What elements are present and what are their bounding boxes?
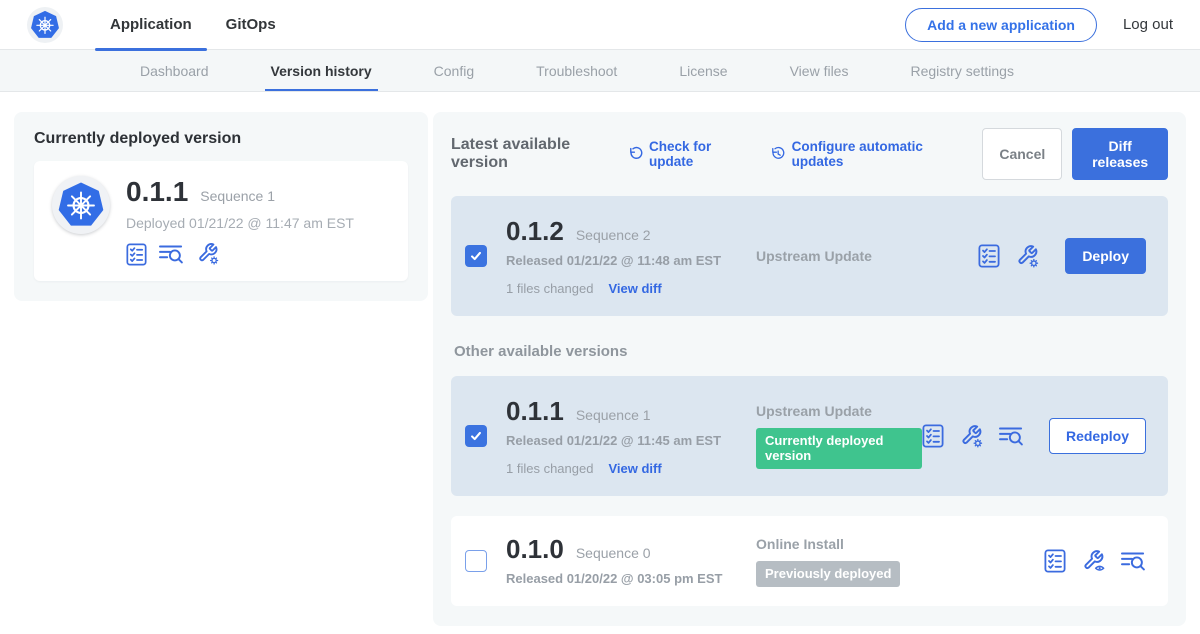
view-diff-link[interactable]: View diff xyxy=(608,281,661,296)
version-source: Upstream Update xyxy=(756,248,978,264)
preflight-checks-icon[interactable] xyxy=(922,424,944,448)
version-sequence: Sequence 0 xyxy=(576,545,651,561)
latest-available-title: Latest available version xyxy=(451,136,613,172)
version-checkbox[interactable] xyxy=(465,550,487,572)
version-row-0-1-2: 0.1.2 Sequence 2 Released 01/21/22 @ 11:… xyxy=(451,196,1168,316)
check-for-update-link[interactable]: Check for update xyxy=(629,139,748,169)
view-logs-icon[interactable] xyxy=(999,425,1024,447)
released-timestamp: Released 01/20/22 @ 03:05 pm EST xyxy=(506,570,746,588)
tab-gitops[interactable]: GitOps xyxy=(209,0,293,50)
sub-nav: Dashboard Version history Config Trouble… xyxy=(0,50,1200,92)
files-changed: 1 files changed xyxy=(506,281,593,296)
current-version-number: 0.1.1 xyxy=(126,176,188,208)
version-source: Online Install xyxy=(756,536,1044,552)
configure-automatic-updates-link[interactable]: Configure automatic updates xyxy=(771,139,958,169)
diff-releases-button[interactable]: Diff releases xyxy=(1072,128,1168,180)
tab-application-label: Application xyxy=(110,16,192,33)
subtab-version-history[interactable]: Version history xyxy=(271,50,372,91)
redeploy-button[interactable]: Redeploy xyxy=(1049,418,1146,454)
currently-deployed-panel: Currently deployed version 0.1 xyxy=(14,112,428,301)
version-row-0-1-0: 0.1.0 Sequence 0 Released 01/20/22 @ 03:… xyxy=(451,516,1168,606)
version-source: Upstream Update xyxy=(756,403,922,419)
cancel-button[interactable]: Cancel xyxy=(982,128,1062,180)
edit-config-icon[interactable] xyxy=(196,242,220,266)
deploy-button[interactable]: Deploy xyxy=(1065,238,1146,274)
version-number: 0.1.1 xyxy=(506,396,564,427)
version-sequence: Sequence 1 xyxy=(576,407,651,423)
kubernetes-app-icon xyxy=(52,176,110,234)
version-checkbox[interactable] xyxy=(465,425,487,447)
version-number: 0.1.0 xyxy=(506,534,564,565)
view-logs-icon[interactable] xyxy=(159,243,184,265)
check-for-update-label: Check for update xyxy=(649,139,747,169)
previously-deployed-badge: Previously deployed xyxy=(756,561,900,587)
subtab-license[interactable]: License xyxy=(679,50,727,91)
subtab-registry-settings[interactable]: Registry settings xyxy=(910,50,1013,91)
version-number: 0.1.2 xyxy=(506,216,564,247)
currently-deployed-card: 0.1.1 Sequence 1 Deployed 01/21/22 @ 11:… xyxy=(34,161,408,281)
edit-config-icon[interactable] xyxy=(959,424,984,449)
subtab-view-files[interactable]: View files xyxy=(790,50,849,91)
tab-application[interactable]: Application xyxy=(93,0,209,50)
clock-refresh-icon xyxy=(771,146,785,162)
view-logs-icon[interactable] xyxy=(1121,550,1146,572)
application-tabs: Application GitOps xyxy=(93,0,293,50)
released-timestamp: Released 01/21/22 @ 11:48 am EST xyxy=(506,252,746,270)
kubernetes-logo xyxy=(27,7,63,43)
view-config-icon[interactable] xyxy=(1081,549,1106,574)
files-changed: 1 files changed xyxy=(506,461,593,476)
available-versions-panel: Latest available version Check for updat… xyxy=(433,112,1186,626)
subtab-troubleshoot[interactable]: Troubleshoot xyxy=(536,50,617,91)
current-deployed-timestamp: Deployed 01/21/22 @ 11:47 am EST xyxy=(126,215,354,231)
current-version-sequence: Sequence 1 xyxy=(200,188,275,204)
add-application-button[interactable]: Add a new application xyxy=(905,8,1097,42)
released-timestamp: Released 01/21/22 @ 11:45 am EST xyxy=(506,432,746,450)
currently-deployed-badge: Currently deployed version xyxy=(756,428,922,469)
currently-deployed-title: Currently deployed version xyxy=(34,130,408,148)
subtab-dashboard[interactable]: Dashboard xyxy=(140,50,209,91)
preflight-checks-icon[interactable] xyxy=(978,244,1000,268)
tab-gitops-label: GitOps xyxy=(226,16,276,33)
preflight-checks-icon[interactable] xyxy=(126,243,147,266)
configure-automatic-updates-label: Configure automatic updates xyxy=(792,139,959,169)
top-nav: Application GitOps Add a new application… xyxy=(0,0,1200,50)
preflight-checks-icon[interactable] xyxy=(1044,549,1066,573)
version-checkbox[interactable] xyxy=(465,245,487,267)
version-row-0-1-1: 0.1.1 Sequence 1 Released 01/21/22 @ 11:… xyxy=(451,376,1168,496)
version-sequence: Sequence 2 xyxy=(576,227,651,243)
subtab-config[interactable]: Config xyxy=(434,50,474,91)
other-available-versions-title: Other available versions xyxy=(454,343,1168,360)
edit-config-icon[interactable] xyxy=(1015,244,1040,269)
refresh-icon xyxy=(629,146,643,162)
logout-link[interactable]: Log out xyxy=(1123,16,1173,33)
view-diff-link[interactable]: View diff xyxy=(608,461,661,476)
